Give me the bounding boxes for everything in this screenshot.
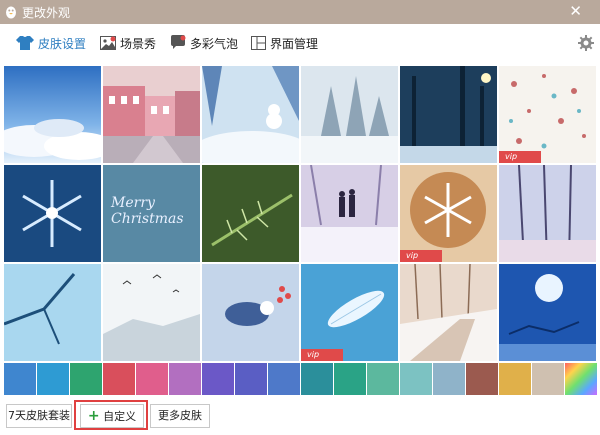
skin-pack-label: 7天皮肤套装 — [8, 409, 70, 422]
color-swatch[interactable] — [499, 363, 531, 395]
tab-skin-settings[interactable]: 皮肤设置 — [16, 24, 86, 62]
color-swatch[interactable] — [169, 363, 201, 395]
tab-label: 界面管理 — [270, 36, 319, 51]
custom-button[interactable]: + 自定义 — [80, 404, 144, 428]
footer-bar: 7天皮肤套装 + 自定义 更多皮肤 — [0, 398, 600, 435]
shirt-icon — [16, 36, 34, 50]
plus-icon: + — [87, 408, 100, 424]
skin-blue-branch[interactable] — [4, 264, 101, 361]
color-swatch[interactable] — [70, 363, 102, 395]
vip-badge: vip — [400, 250, 442, 262]
skin-snow-bird[interactable] — [202, 264, 299, 361]
skin-night-blue[interactable] — [400, 66, 497, 163]
skin-snow-trees[interactable] — [301, 66, 398, 163]
tab-interface-management[interactable]: 界面管理 — [251, 24, 318, 62]
color-swatch[interactable] — [466, 363, 498, 395]
color-swatch[interactable] — [532, 363, 564, 395]
skin-snow-cabin[interactable] — [202, 66, 299, 163]
skin-pink-street[interactable] — [103, 66, 200, 163]
layout-icon — [251, 36, 266, 50]
window-title: 更改外观 — [22, 6, 71, 20]
more-skins-button[interactable]: 更多皮肤 — [150, 404, 210, 428]
color-swatch[interactable] — [4, 363, 36, 395]
title-bar: 更改外观 ✕ — [0, 0, 600, 24]
bubble-icon — [171, 35, 186, 49]
color-swatch[interactable] — [400, 363, 432, 395]
skin-latte-art[interactable]: vip — [400, 165, 497, 262]
skin-pine-branch[interactable] — [202, 165, 299, 262]
color-swatch[interactable] — [235, 363, 267, 395]
skin-white-feather[interactable]: vip — [301, 264, 398, 361]
color-swatch[interactable] — [202, 363, 234, 395]
tab-label: 场景秀 — [120, 36, 157, 51]
vip-badge: vip — [301, 349, 343, 361]
custom-label: 自定义 — [103, 410, 137, 423]
color-swatch[interactable] — [103, 363, 135, 395]
skin-snowflake-pattern[interactable]: vip — [499, 66, 596, 163]
skin-snow-boardwalk[interactable] — [400, 264, 497, 361]
vip-badge: vip — [499, 151, 541, 163]
color-swatch[interactable] — [301, 363, 333, 395]
color-swatch[interactable] — [37, 363, 69, 395]
color-swatches — [4, 363, 598, 395]
tab-bar: 皮肤设置 场景秀 多彩气泡 界面管理 — [0, 24, 600, 62]
gear-icon[interactable] — [578, 35, 594, 51]
penguin-icon — [6, 6, 16, 19]
more-skins-label: 更多皮肤 — [158, 409, 202, 422]
skin-sky-clouds[interactable] — [4, 66, 101, 163]
tab-scene-show[interactable]: 场景秀 — [100, 24, 156, 62]
skin-couple-snow[interactable] — [301, 165, 398, 262]
color-swatch[interactable] — [136, 363, 168, 395]
tab-label: 皮肤设置 — [38, 36, 87, 51]
tab-colorful-bubbles[interactable]: 多彩气泡 — [170, 24, 238, 62]
skin-pink-trees[interactable] — [499, 165, 596, 262]
close-icon[interactable]: ✕ — [569, 2, 582, 20]
color-swatch[interactable] — [433, 363, 465, 395]
skin-merry-christmas[interactable]: Merry Christmas — [103, 165, 200, 262]
color-swatch[interactable] — [367, 363, 399, 395]
skin-ice-snowflake[interactable] — [4, 165, 101, 262]
custom-color-swatch[interactable] — [565, 363, 597, 395]
skin-snow-birds[interactable] — [103, 264, 200, 361]
merry-christmas-text: Merry Christmas — [111, 195, 184, 227]
color-swatch[interactable] — [268, 363, 300, 395]
skin-grid: vip Merry Christmas vip vip — [4, 66, 598, 362]
picture-icon — [100, 36, 116, 50]
color-swatch[interactable] — [334, 363, 366, 395]
skin-pack-button[interactable]: 7天皮肤套装 — [6, 404, 72, 428]
tab-label: 多彩气泡 — [190, 36, 239, 51]
skin-moon-sleigh[interactable] — [499, 264, 596, 361]
